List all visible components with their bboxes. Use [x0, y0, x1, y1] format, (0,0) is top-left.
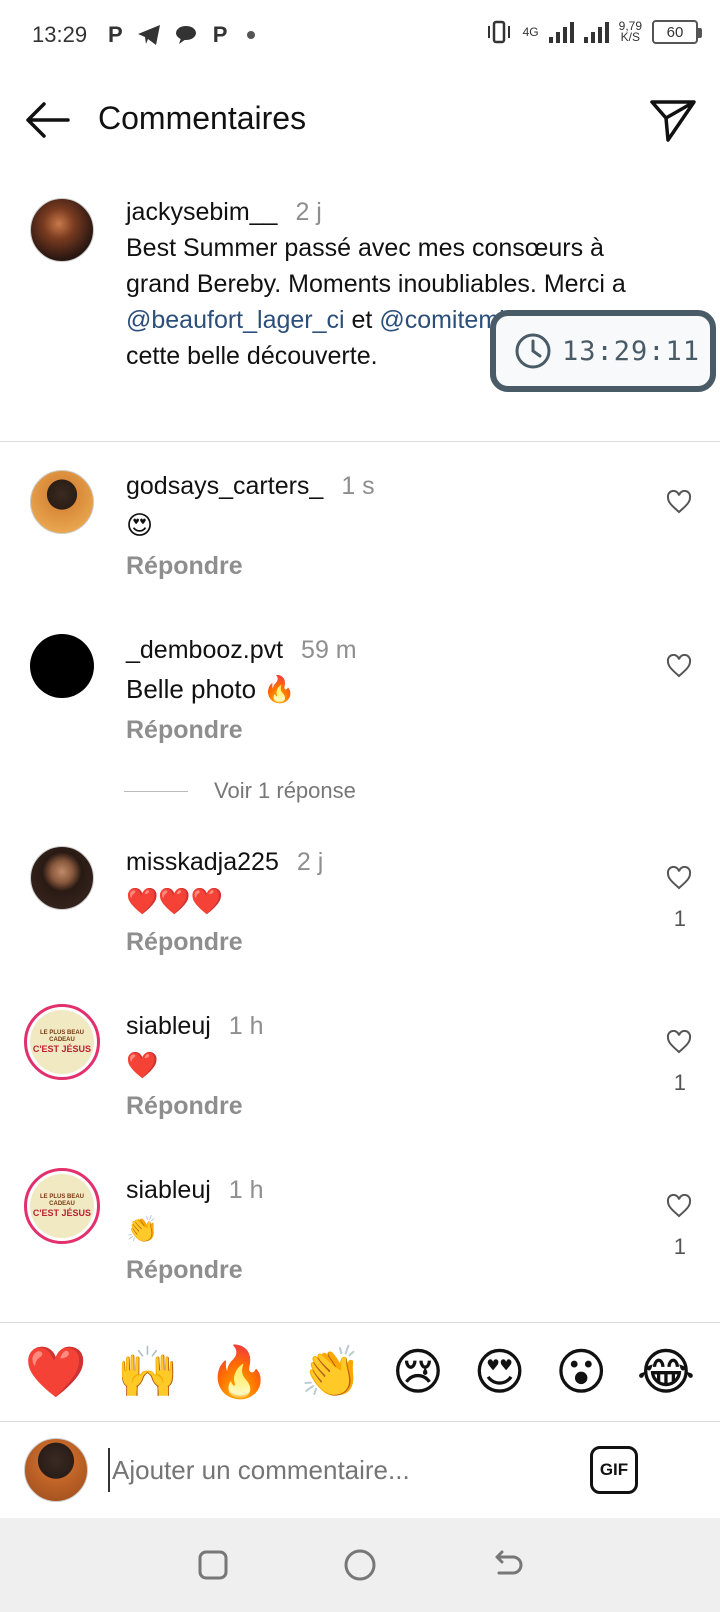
reply-button[interactable]: Répondre [126, 716, 243, 745]
comment-text: ❤️❤️❤️ [126, 886, 224, 916]
battery-icon: 60 [652, 20, 702, 44]
emoji-laughing-button[interactable]: 😂 [637, 1344, 695, 1400]
like-count: 1 [673, 1234, 686, 1259]
avatar-text-line: C'EST JÉSUS [32, 1207, 92, 1218]
telegram-icon [137, 25, 160, 45]
comment-time: 1 h [228, 1176, 264, 1204]
home-icon[interactable] [340, 1545, 380, 1585]
gif-button[interactable]: GIF [590, 1446, 638, 1494]
comment-username[interactable]: siableuj [126, 1012, 211, 1040]
commenter-avatar[interactable] [30, 634, 94, 698]
signal-icon-2 [583, 21, 609, 43]
reply-button[interactable]: Répondre [126, 552, 243, 581]
emoji-heart-eyes-button[interactable]: 😍 [474, 1344, 526, 1400]
comment-text: 👏 [126, 1214, 159, 1244]
back-arrow-icon[interactable] [22, 98, 72, 142]
network-speed: 9,79 K/S [619, 20, 642, 44]
emoji-surprised-button[interactable]: 😮 [555, 1344, 607, 1400]
emoji-fire-button[interactable]: 🔥 [208, 1344, 270, 1400]
mention-link[interactable]: @beaufort_lager_ci [126, 306, 345, 334]
comment-text: 😍 [126, 510, 154, 540]
comment-text: Belle photo 🔥 [126, 674, 296, 704]
comment-username[interactable]: misskadja225 [126, 848, 279, 876]
comment-composer: GIF [0, 1422, 720, 1518]
view-replies-label[interactable]: Voir 1 réponse [214, 778, 356, 804]
commenter-avatar[interactable] [30, 470, 94, 534]
like-count: 1 [673, 906, 686, 931]
network-type: 4G [522, 24, 539, 39]
page-title: Commentaires [98, 100, 307, 136]
recent-apps-icon[interactable] [193, 1545, 233, 1585]
current-user-avatar [24, 1438, 88, 1502]
reply-divider-line [124, 790, 188, 792]
caption-text: et [344, 306, 380, 334]
emoji-raised-hands-button[interactable]: 🙌 [117, 1344, 179, 1400]
commenter-avatar[interactable]: LE PLUS BEAU CADEAU C'EST JÉSUS [24, 1004, 100, 1080]
avatar-text-line: C'EST JÉSUS [32, 1043, 92, 1054]
p-app-icon: P [212, 22, 228, 47]
comment-input[interactable] [108, 1448, 568, 1492]
like-heart-icon[interactable] [666, 654, 692, 678]
comment-text: ❤️ [126, 1050, 159, 1080]
like-heart-icon[interactable] [666, 1194, 692, 1218]
caption-time: 2 j [295, 198, 322, 226]
comment-username-line: _dembooz.pvt 59 m [126, 636, 357, 665]
comment-time: 1 h [228, 1012, 264, 1040]
like-heart-icon[interactable] [666, 866, 692, 890]
signal-icon [548, 21, 574, 43]
like-count: 1 [673, 1070, 686, 1095]
caption-username[interactable]: jackysebim__ [126, 198, 277, 226]
system-nav-bar [0, 1518, 720, 1612]
like-heart-icon[interactable] [666, 1030, 692, 1054]
reply-button[interactable]: Répondre [126, 1256, 243, 1285]
like-heart-icon[interactable] [666, 490, 692, 514]
avatar-text-line: LE PLUS BEAU CADEAU [39, 1029, 84, 1043]
comment-time: 2 j [296, 848, 324, 876]
chat-bubbles-icon [175, 26, 196, 44]
avatar-image: LE PLUS BEAU CADEAU C'EST JÉSUS [30, 1174, 94, 1238]
caption-avatar[interactable] [30, 198, 94, 262]
comment-time: 1 s [341, 472, 375, 500]
avatar-image: LE PLUS BEAU CADEAU C'EST JÉSUS [30, 1010, 94, 1074]
p-app-icon: P [108, 22, 123, 47]
back-nav-icon[interactable] [487, 1545, 527, 1585]
clock-time: 13:29:11 [562, 335, 701, 367]
comment-username-line: godsays_carters_ 1 s [126, 472, 375, 501]
status-time: 13:29 [32, 22, 88, 47]
emoji-heart-button[interactable]: ❤️ [25, 1344, 87, 1400]
speed-unit: K/S [620, 30, 640, 44]
commenter-avatar[interactable] [30, 846, 94, 910]
more-notifications-dot [247, 31, 256, 39]
comment-username[interactable]: _dembooz.pvt [126, 636, 283, 664]
comment-username[interactable]: godsays_carters_ [126, 472, 323, 500]
comment-time: 59 m [301, 636, 357, 664]
clock-overlay[interactable]: 13:29:11 [490, 310, 716, 392]
commenter-avatar[interactable]: LE PLUS BEAU CADEAU C'EST JÉSUS [24, 1168, 100, 1244]
notification-icons: P P [108, 22, 256, 48]
emoji-clap-button[interactable]: 👏 [300, 1344, 362, 1400]
caption-text: Best Summer passé avec mes consœurs à gr… [126, 234, 626, 298]
emoji-crying-button[interactable]: 😢 [392, 1344, 444, 1400]
status-bar: 13:29 P P 4G 9,79 K/S 60 [0, 0, 720, 72]
avatar-text-line: LE PLUS BEAU CADEAU [39, 1193, 84, 1207]
app-header: Commentaires [0, 80, 720, 160]
reply-button[interactable]: Répondre [126, 928, 243, 957]
clock-icon [515, 333, 551, 369]
comment-username[interactable]: siableuj [126, 1176, 211, 1204]
comment-username-line: siableuj 1 h [126, 1012, 264, 1041]
view-replies[interactable]: Voir 1 réponse [124, 778, 356, 804]
comment-username-line: siableuj 1 h [126, 1176, 264, 1205]
vibrate-icon [487, 20, 510, 44]
comment-username-line: misskadja225 2 j [126, 848, 323, 877]
system-status-icons: 4G 9,79 K/S 60 [485, 20, 702, 44]
send-direct-icon[interactable] [648, 96, 698, 144]
reply-button[interactable]: Répondre [126, 1092, 243, 1121]
emoji-quick-bar: ❤️ 🙌 🔥 👏 😢 😍 😮 😂 [0, 1322, 720, 1422]
